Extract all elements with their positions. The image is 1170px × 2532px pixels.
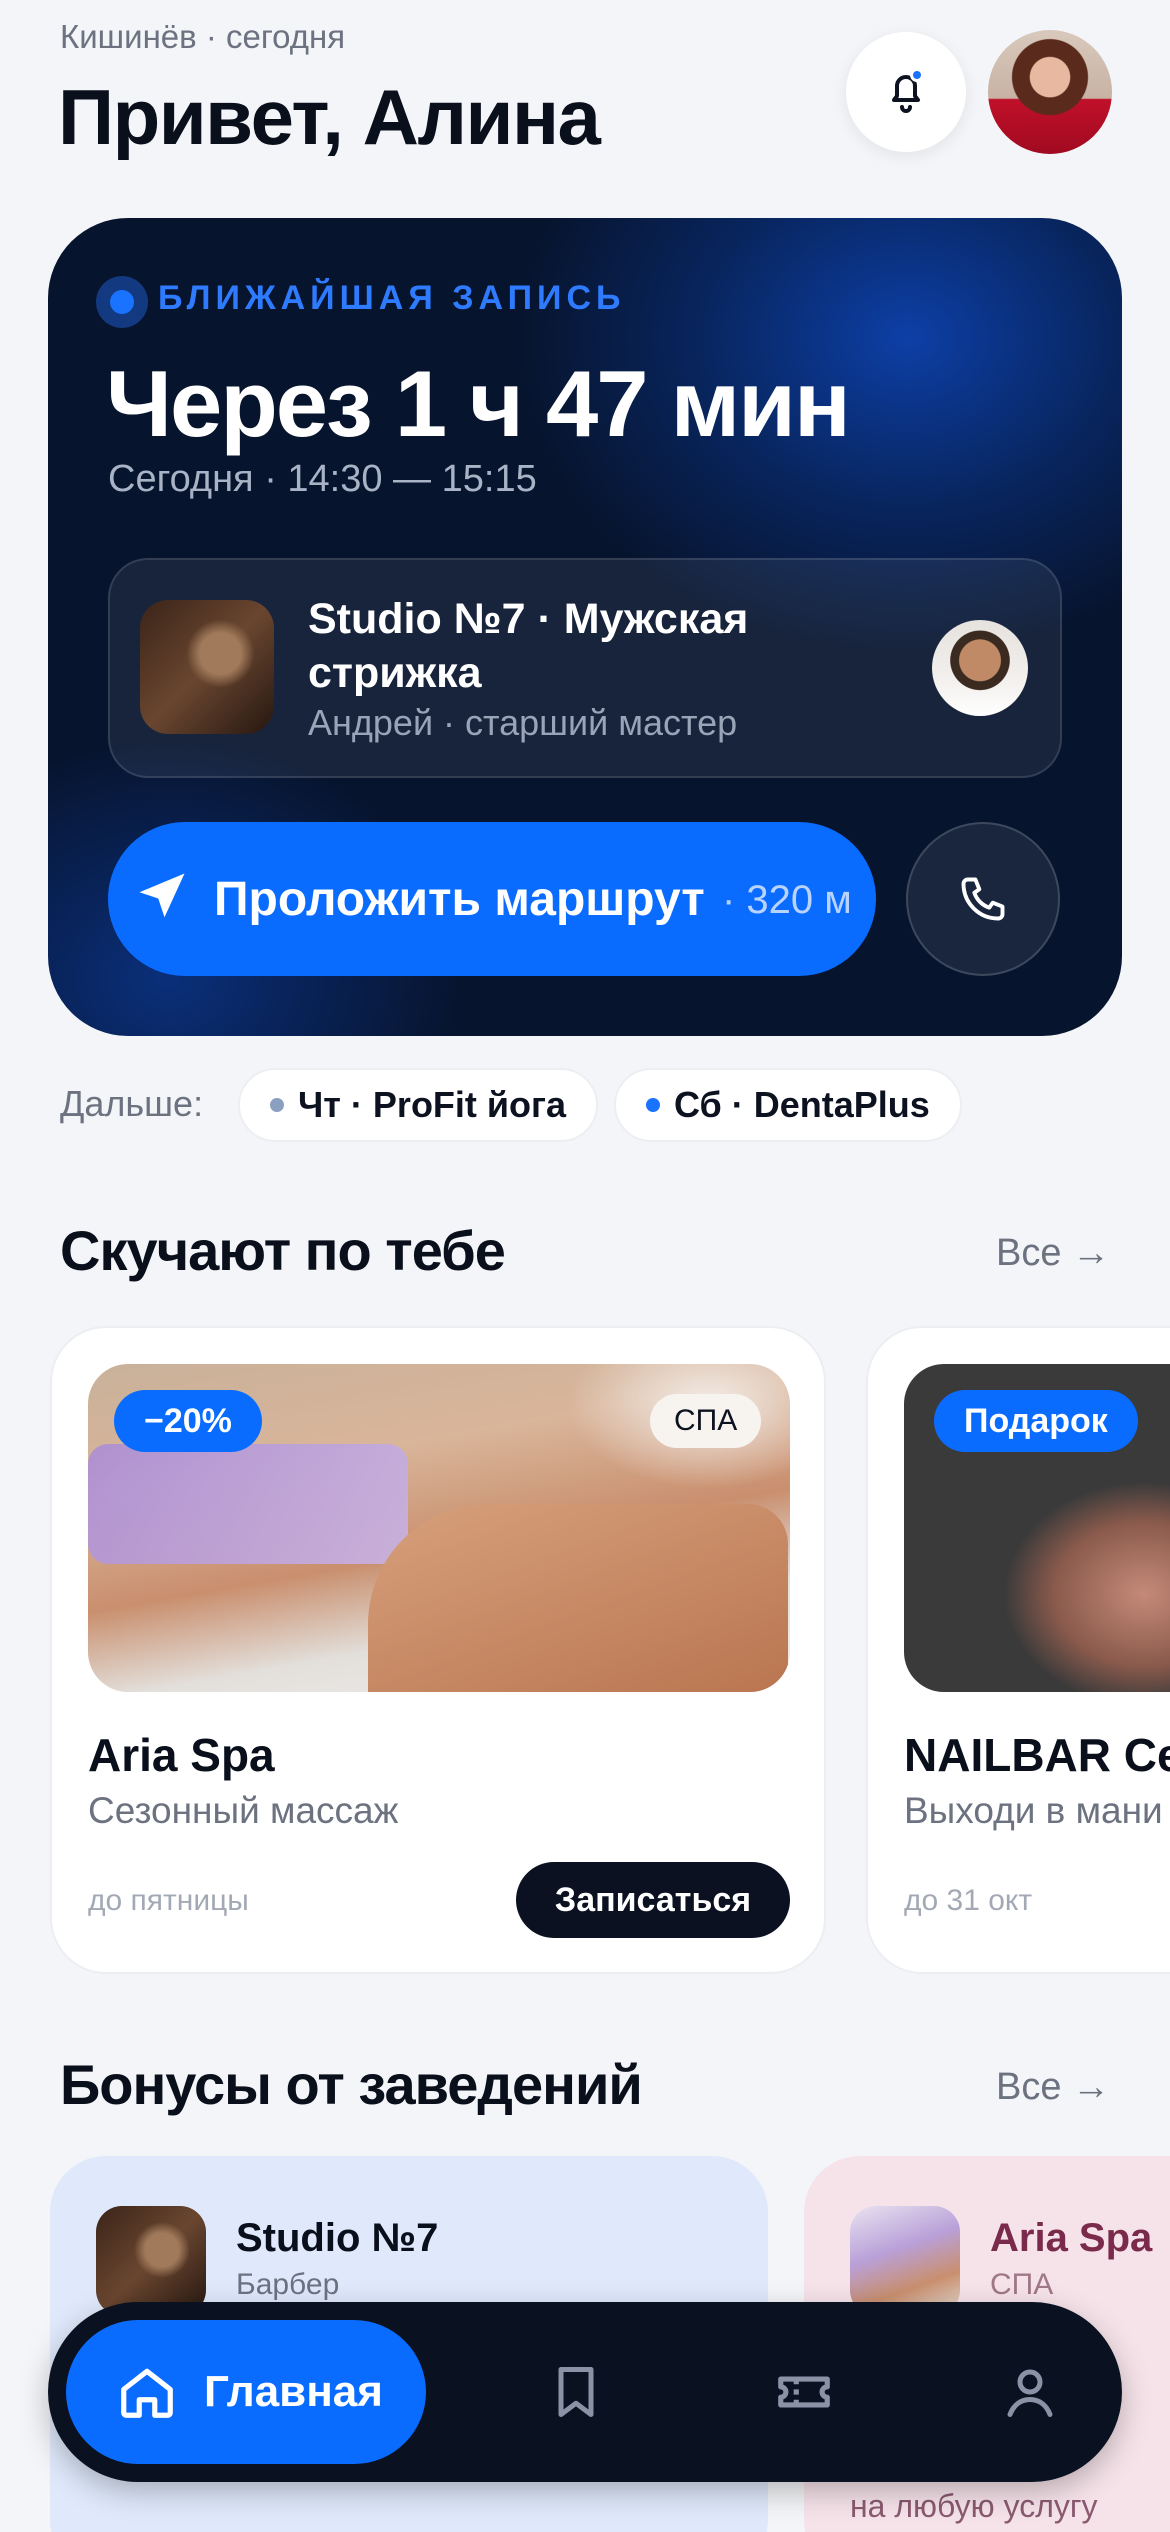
phone-icon <box>961 877 1005 921</box>
call-button[interactable] <box>906 822 1060 976</box>
greeting-title: Привет, Алина <box>58 73 601 161</box>
tab-home-label: Главная <box>204 2367 383 2416</box>
chip-dot <box>646 1098 660 1112</box>
master-avatar <box>932 620 1028 716</box>
bonus-thumbnail <box>96 2206 206 2316</box>
tab-saved[interactable] <box>540 2356 612 2428</box>
bonus-venue-type: СПА <box>990 2268 1054 2301</box>
bonus-thumbnail <box>850 2206 960 2316</box>
category-tag: СПА <box>650 1394 762 1448</box>
bonus-venue-name: Studio №7 <box>236 2216 439 2260</box>
notifications-button[interactable] <box>846 32 966 152</box>
appointment-title: Studio №7 · Мужская стрижка <box>308 595 749 697</box>
offer-deadline: до 31 окт <box>904 1884 1033 1917</box>
status-dot <box>110 290 134 314</box>
hero-kicker: БЛИЖАЙШАЯ ЗАПИСЬ <box>158 279 626 317</box>
gift-badge: Подарок <box>934 1390 1138 1452</box>
tab-home[interactable]: Главная <box>66 2320 426 2464</box>
notification-dot <box>910 68 924 82</box>
chip-label: Сб · DentaPlus <box>674 1084 930 1125</box>
offer-name: Aria Spa <box>88 1729 275 1781</box>
offer-card-nailbar[interactable]: Подарок NAILBAR Cen Выходи в мани до 31 … <box>866 1326 1170 1974</box>
next-chip-dental[interactable]: Сб · DentaPlus <box>614 1068 962 1142</box>
navigation-arrow-icon <box>139 873 185 918</box>
master-name: Андрей · старший мастер <box>308 702 738 743</box>
appointment-time: Сегодня · 14:30 — 15:15 <box>108 458 537 500</box>
home-icon <box>121 2368 173 2418</box>
offer-name: NAILBAR Cen <box>904 1729 1170 1781</box>
profile-icon <box>1007 2369 1053 2417</box>
bonus-footer: на любую услугу <box>850 2488 1098 2524</box>
user-avatar[interactable] <box>988 30 1112 154</box>
bonus-section-title: Бонусы от заведений <box>60 2053 643 2116</box>
chip-label: Чт · ProFit йога <box>298 1084 567 1125</box>
bonus-venue-name: Aria Spa <box>990 2216 1153 2260</box>
offer-description: Выходи в мани <box>904 1790 1163 1831</box>
offer-card-aria[interactable]: −20% СПА Aria Spa Сезонный массаж до пят… <box>50 1326 826 1974</box>
offer-deadline: до пятницы <box>88 1884 249 1917</box>
next-chip-yoga[interactable]: Чт · ProFit йога <box>238 1068 599 1142</box>
location-date: Кишинёв · сегодня <box>60 18 346 55</box>
offers-section-title: Скучают по тебе <box>60 1219 506 1282</box>
route-distance: · 320 м <box>722 878 852 922</box>
chip-dot <box>270 1098 284 1112</box>
offer-description: Сезонный массаж <box>88 1790 399 1831</box>
discount-badge: −20% <box>114 1390 262 1452</box>
bonus-see-all[interactable]: Все → <box>996 2066 1110 2109</box>
offers-see-all[interactable]: Все → <box>996 1232 1110 1275</box>
next-label: Дальше: <box>60 1083 204 1124</box>
bookmark-icon <box>558 2367 594 2417</box>
bonus-venue-type: Барбер <box>236 2268 340 2301</box>
countdown: Через 1 ч 47 мин <box>106 351 851 456</box>
tab-profile[interactable] <box>994 2356 1066 2428</box>
book-button[interactable]: Записаться <box>516 1862 790 1938</box>
ticket-icon <box>778 2376 830 2408</box>
route-label: Проложить маршрут <box>214 873 705 926</box>
tab-bonuses[interactable] <box>768 2356 840 2428</box>
salon-thumbnail <box>140 600 274 734</box>
